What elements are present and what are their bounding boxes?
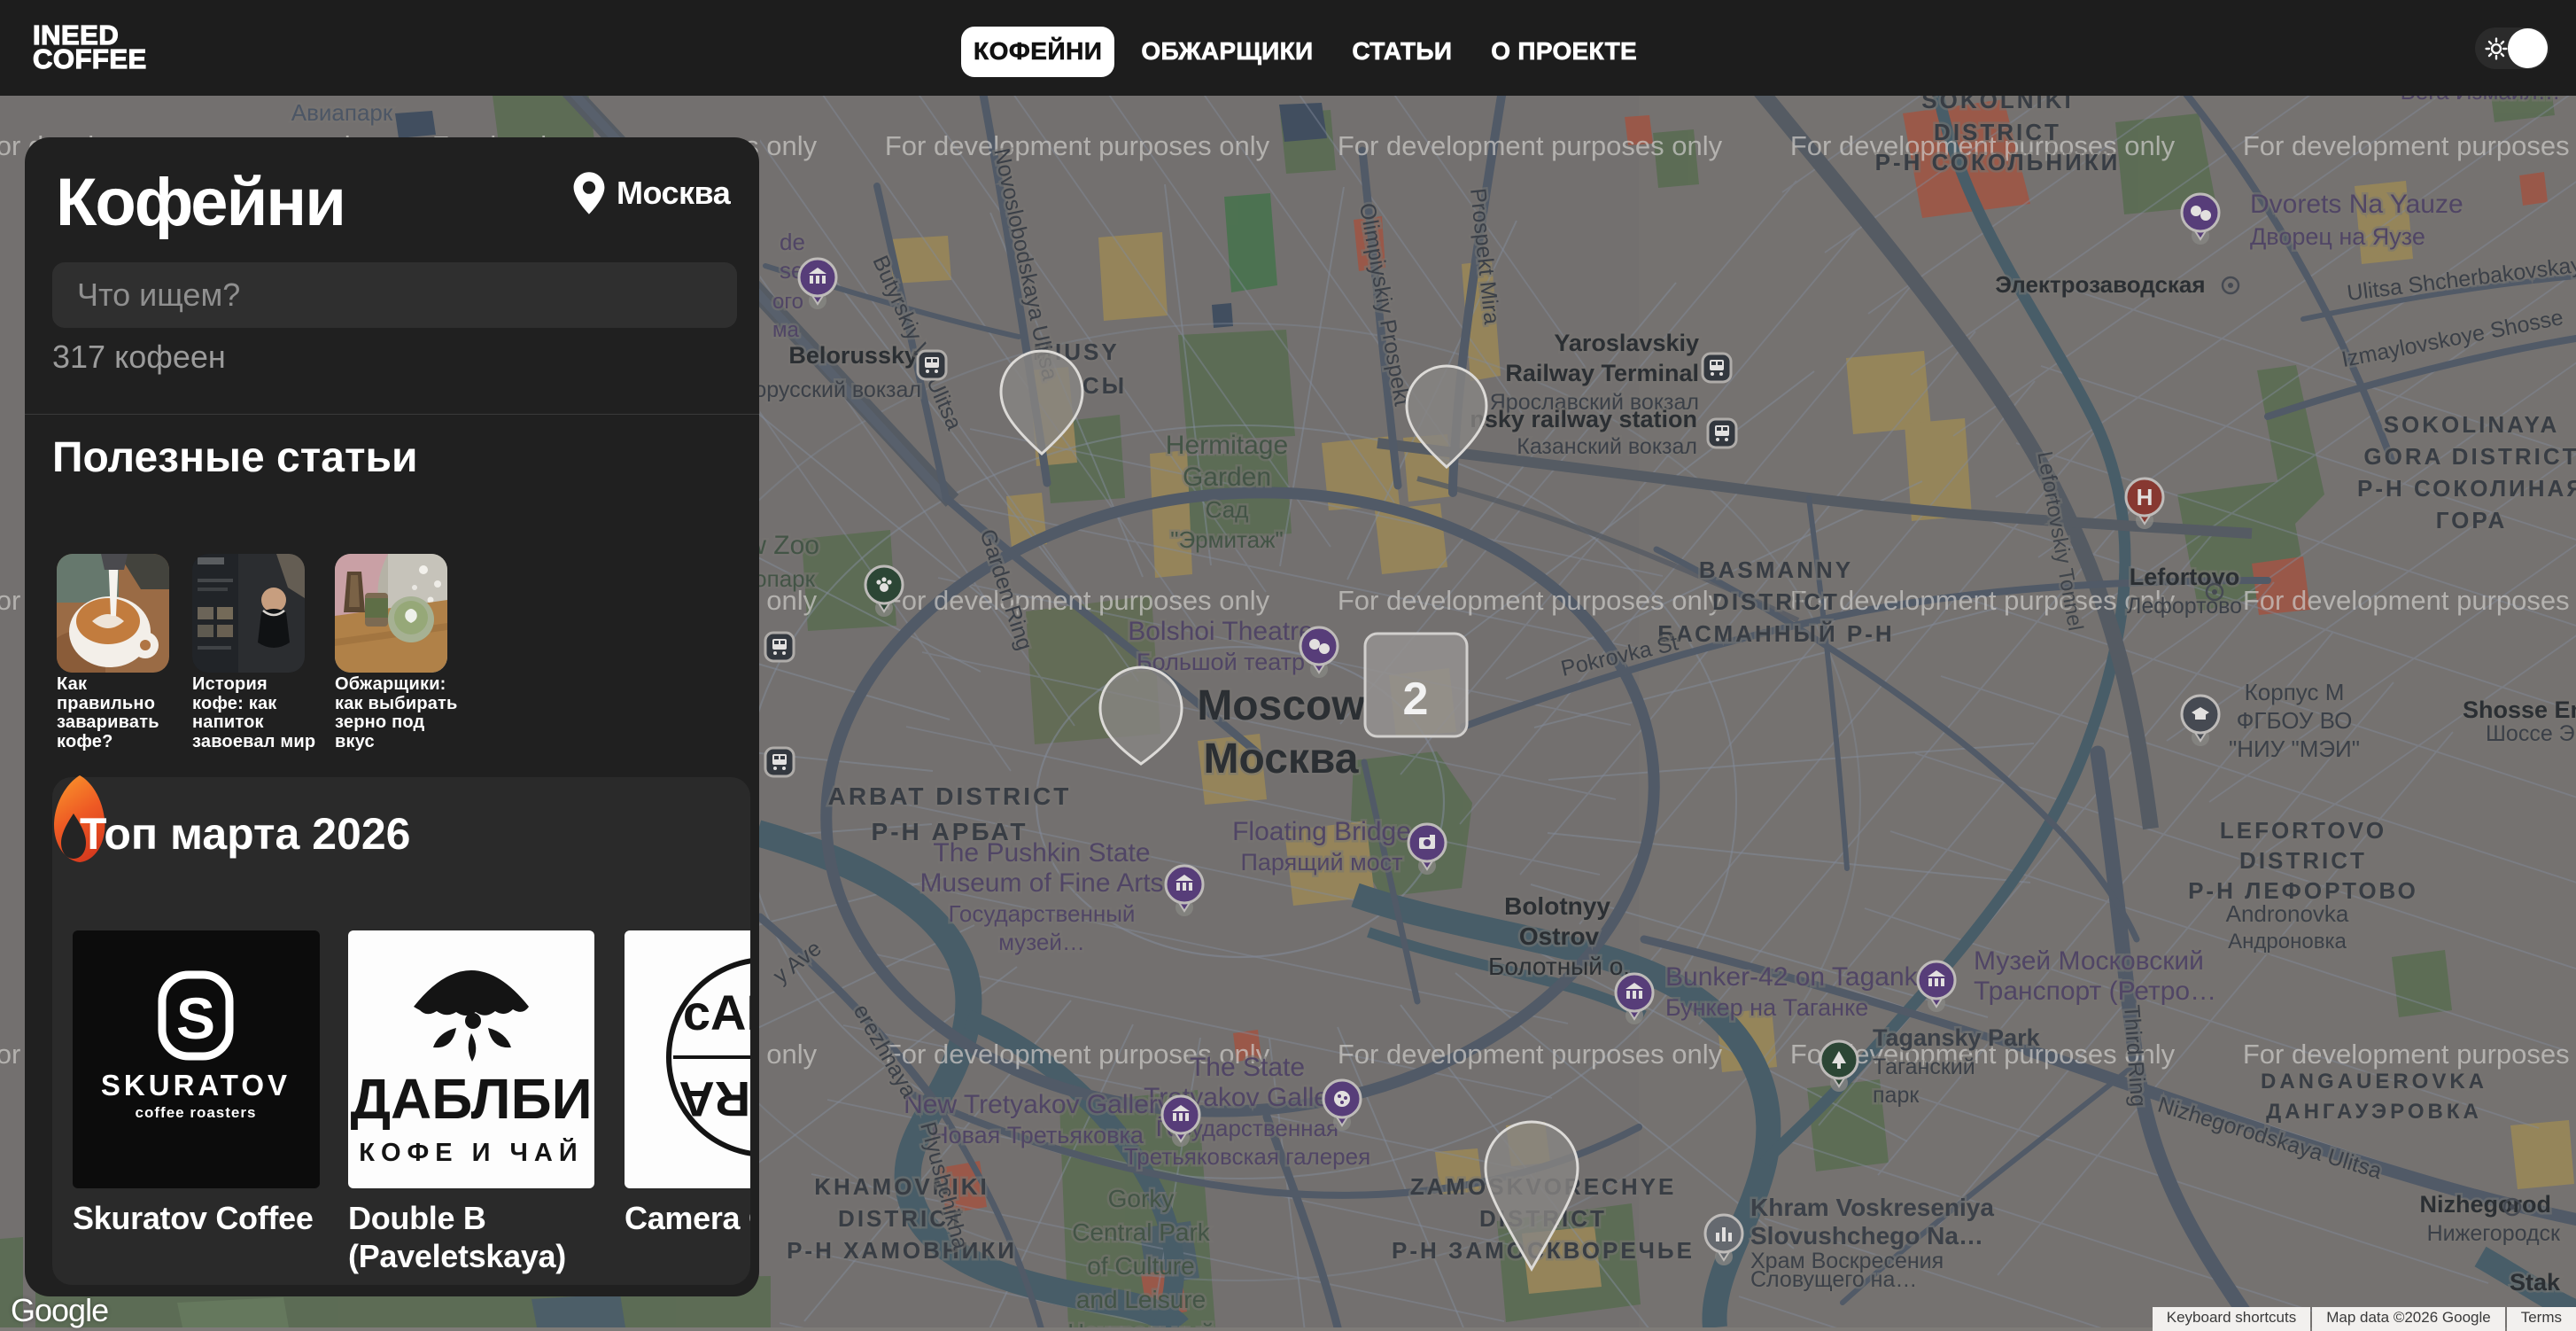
svg-text:coffee roasters: coffee roasters <box>136 1104 257 1121</box>
svg-text:КОФЕ И ЧАЙ: КОФЕ И ЧАЙ <box>359 1137 583 1167</box>
svg-text:URA: URA <box>679 1071 750 1127</box>
svg-text:cAM: cAM <box>683 985 750 1040</box>
svg-text:SKURATOV: SKURATOV <box>101 1069 291 1101</box>
svg-text:ДАБЛБИ: ДАБЛБИ <box>350 1067 592 1131</box>
svg-text:S: S <box>176 985 215 1051</box>
